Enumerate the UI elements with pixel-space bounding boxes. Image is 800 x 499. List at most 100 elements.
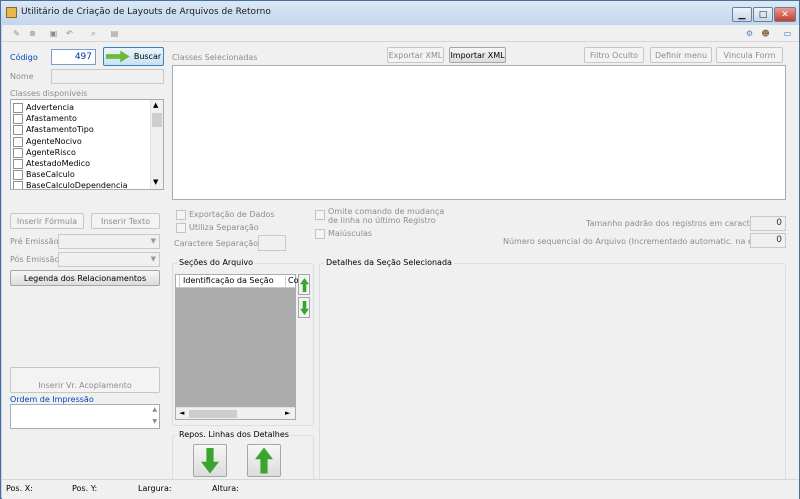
list-scrollbar[interactable]: ▲ ▼	[150, 100, 163, 189]
pre-emissao-label: Pré Emissão	[10, 237, 59, 246]
col-co-header[interactable]: Co	[288, 276, 298, 285]
save-icon[interactable]: ▣	[48, 28, 59, 39]
title-bar: Utilitário de Criação de Layouts de Arqu…	[1, 1, 799, 25]
secoes-title: Seções do Arquivo	[177, 258, 256, 267]
user-settings-icon[interactable]: ⚙	[744, 28, 755, 39]
maiusculas-checkbox[interactable]	[315, 229, 325, 239]
maximize-button[interactable]: □	[753, 7, 773, 22]
exportacao-checkbox[interactable]	[176, 210, 186, 220]
codigo-label: Código	[10, 53, 38, 62]
minimize-button[interactable]: ▁	[732, 7, 752, 22]
list-item[interactable]: AgenteNocivo	[13, 136, 82, 147]
close-button[interactable]: ✕	[774, 7, 796, 22]
toolbar: ✎ ⊗ ▣ ↶ ⌕ ▤ ⚙ ☻ ▭	[2, 25, 799, 42]
classes-selecionadas-label: Classes Selecionadas	[172, 53, 258, 62]
repos-title: Repos. Linhas dos Detalhes	[177, 430, 291, 439]
omite-label: Omite comando de mudança	[328, 207, 445, 216]
list-item[interactable]: AgenteRisco	[13, 147, 76, 158]
sequencial-input[interactable]: 0	[750, 233, 786, 248]
legenda-button[interactable]: Legenda dos Relacionamentos	[10, 270, 160, 286]
classes-disponiveis-list[interactable]: Advertencia Afastamento AfastamentoTipo …	[10, 99, 164, 190]
col-identificacao-header[interactable]: Identificação da Seção	[181, 276, 286, 287]
grid-hscrollbar[interactable]: ◄ ►	[176, 407, 295, 419]
list-item[interactable]: BaseCalculoDependencia	[13, 180, 128, 189]
checkbox[interactable]	[13, 102, 23, 113]
checkbox[interactable]	[13, 158, 23, 169]
repos-down-button[interactable]	[193, 444, 227, 477]
scroll-thumb[interactable]	[152, 113, 162, 127]
omite-checkbox[interactable]	[315, 210, 325, 220]
arrow-right-icon	[105, 50, 130, 63]
detalhes-group: Detalhes da Seção Selecionada	[319, 258, 786, 483]
caractere-input[interactable]	[258, 235, 286, 251]
inserir-texto-button[interactable]: Inserir Texto	[91, 213, 160, 229]
chevron-down-icon: ▼	[150, 237, 156, 245]
detalhes-title: Detalhes da Seção Selecionada	[324, 258, 454, 267]
list-item[interactable]: Afastamento	[13, 113, 77, 124]
buscar-label: Buscar	[133, 52, 162, 61]
pre-emissao-select[interactable]: ▼	[58, 234, 160, 249]
secoes-grid[interactable]: Identificação da Seção Co ◄ ►	[175, 274, 298, 420]
pos-emissao-label: Pós Emissão	[10, 255, 60, 264]
arrow-up-icon	[300, 278, 309, 292]
person-icon[interactable]: ☻	[760, 28, 771, 39]
checkbox[interactable]	[13, 113, 23, 124]
window-icon[interactable]: ▭	[782, 28, 793, 39]
separacao-label: Utiliza Separação	[189, 223, 259, 232]
undo-icon[interactable]: ↶	[64, 28, 75, 39]
tamanho-input[interactable]: 0	[750, 216, 786, 231]
move-up-button[interactable]	[298, 274, 310, 295]
checkbox[interactable]	[13, 169, 23, 180]
status-altura: Altura:	[212, 484, 239, 493]
arrow-down-icon	[300, 301, 309, 315]
scroll-down-icon[interactable]: ▼	[152, 418, 157, 425]
scroll-right-icon[interactable]: ►	[285, 409, 290, 417]
move-down-button[interactable]	[298, 297, 310, 318]
classes-selecionadas-panel[interactable]	[172, 65, 786, 200]
tamanho-label: Tamanho padrão dos registros em caracter…	[586, 219, 770, 228]
exportacao-label: Exportação de Dados	[189, 210, 275, 219]
arrow-up-icon	[255, 447, 273, 474]
status-posx: Pos. X:	[6, 484, 33, 493]
inserir-acoplamento-button[interactable]: Inserir Vr. Acoplamento	[10, 367, 160, 393]
new-icon[interactable]: ✎	[11, 28, 22, 39]
checkbox[interactable]	[13, 147, 23, 158]
caractere-label: Caractere Separação:	[174, 239, 261, 248]
definir-menu-button[interactable]: Definir menu	[650, 47, 712, 63]
scroll-down-icon[interactable]: ▼	[153, 178, 158, 186]
status-bar: Pos. X: Pos. Y: Largura: Altura:	[2, 479, 799, 499]
report-icon[interactable]: ▤	[109, 28, 120, 39]
inserir-formula-button[interactable]: Inserir Fórmula	[10, 213, 84, 229]
codigo-input[interactable]: 497	[51, 49, 96, 65]
scroll-up-icon[interactable]: ▲	[153, 101, 158, 109]
app-icon	[6, 7, 17, 18]
checkbox[interactable]	[13, 180, 23, 189]
checkbox[interactable]	[13, 136, 23, 147]
arrow-down-icon	[201, 447, 219, 474]
pos-emissao-select[interactable]: ▼	[58, 252, 160, 267]
client-area: Código 497 Buscar Classes Selecionadas E…	[2, 42, 799, 483]
importar-xml-button[interactable]: Importar XML	[449, 47, 506, 63]
list-item[interactable]: Advertencia	[13, 102, 74, 113]
scroll-up-icon[interactable]: ▲	[152, 406, 157, 413]
scroll-left-icon[interactable]: ◄	[179, 409, 184, 417]
repos-up-button[interactable]	[247, 444, 281, 477]
search-icon[interactable]: ⌕	[88, 28, 99, 39]
list-item[interactable]: BaseCalculo	[13, 169, 75, 180]
exportar-xml-button[interactable]: Exportar XML	[387, 47, 444, 63]
buscar-button[interactable]: Buscar	[103, 47, 164, 66]
list-item[interactable]: AtestadoMedico	[13, 158, 90, 169]
ordem-textarea[interactable]: ▲ ▼	[10, 404, 160, 429]
list-item[interactable]: AfastamentoTipo	[13, 124, 94, 135]
scroll-thumb[interactable]	[189, 410, 237, 418]
nome-input[interactable]	[51, 69, 164, 84]
maiusculas-label: Maiúsculas	[328, 229, 373, 238]
checkbox[interactable]	[13, 124, 23, 135]
vincula-form-button[interactable]: Vincula Form	[716, 47, 783, 63]
ordem-label: Ordem de Impressão	[10, 395, 94, 404]
separacao-checkbox[interactable]	[176, 223, 186, 233]
chevron-down-icon: ▼	[150, 255, 156, 263]
omite-label-2: de linha no último Registro	[328, 216, 436, 225]
cancel-icon[interactable]: ⊗	[27, 28, 38, 39]
filtro-oculto-button[interactable]: Filtro Oculto	[584, 47, 644, 63]
